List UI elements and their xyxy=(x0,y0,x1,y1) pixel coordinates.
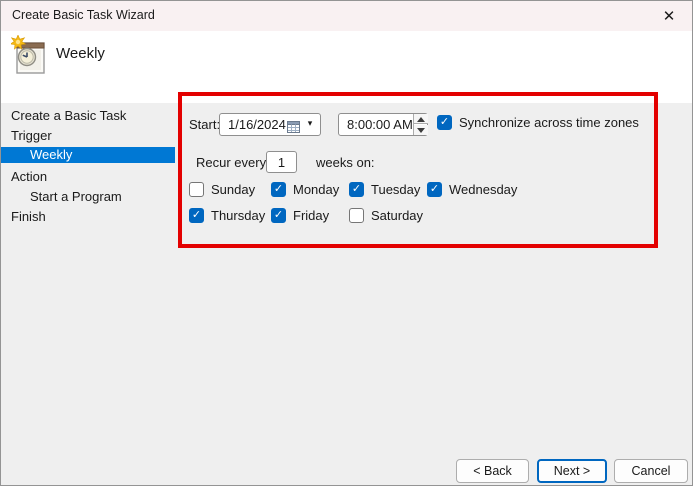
checkbox[interactable] xyxy=(349,208,364,223)
checkbox[interactable]: ✓ xyxy=(189,208,204,223)
day-checkbox-saturday[interactable]: Saturday xyxy=(349,208,423,223)
date-dropdown-arrow-icon[interactable]: ▾ xyxy=(305,114,315,135)
sidebar-item-start-a-program[interactable]: Start a Program xyxy=(1,189,175,205)
start-date-picker[interactable]: 1/16/2024 ▾ xyxy=(219,113,321,136)
checkbox-label: Friday xyxy=(293,208,329,223)
day-checkbox-tuesday[interactable]: ✓ Tuesday xyxy=(349,182,420,197)
sidebar-item-create-basic-task[interactable]: Create a Basic Task xyxy=(1,108,175,124)
scheduled-task-icon xyxy=(11,35,49,77)
sidebar-item-finish[interactable]: Finish xyxy=(1,209,175,225)
sidebar-item-action[interactable]: Action xyxy=(1,169,175,185)
start-date-value: 1/16/2024 xyxy=(228,117,286,132)
sidebar-item-trigger[interactable]: Trigger xyxy=(1,128,175,144)
day-checkbox-sunday[interactable]: Sunday xyxy=(189,182,255,197)
title-bar: Create Basic Task Wizard ✕ xyxy=(1,1,692,31)
checkbox-label: Sunday xyxy=(211,182,255,197)
checkbox[interactable]: ✓ xyxy=(437,115,452,130)
cancel-button[interactable]: Cancel xyxy=(614,459,688,483)
recur-every-label: Recur every: xyxy=(196,155,270,170)
start-time-value: 8:00:00 AM xyxy=(347,117,413,132)
wizard-header: Weekly xyxy=(1,31,692,103)
weeks-interval-input[interactable] xyxy=(266,151,297,173)
start-time-spinner[interactable]: 8:00:00 AM xyxy=(338,113,428,136)
checkbox[interactable]: ✓ xyxy=(271,182,286,197)
close-button[interactable]: ✕ xyxy=(648,1,690,31)
checkbox-label: Thursday xyxy=(211,208,265,223)
checkbox[interactable]: ✓ xyxy=(271,208,286,223)
day-checkbox-thursday[interactable]: ✓ Thursday xyxy=(189,208,265,223)
spin-down-icon[interactable] xyxy=(414,125,428,135)
back-button[interactable]: < Back xyxy=(456,459,529,483)
checkbox-label: Wednesday xyxy=(449,182,517,197)
window-title: Create Basic Task Wizard xyxy=(12,8,155,22)
spin-up-icon[interactable] xyxy=(414,114,428,124)
checkbox[interactable]: ✓ xyxy=(427,182,442,197)
close-icon: ✕ xyxy=(663,7,676,25)
day-checkbox-friday[interactable]: ✓ Friday xyxy=(271,208,329,223)
weeks-on-label: weeks on: xyxy=(316,155,375,170)
day-checkbox-monday[interactable]: ✓ Monday xyxy=(271,182,339,197)
start-label: Start: xyxy=(189,117,220,132)
checkbox-label: Saturday xyxy=(371,208,423,223)
next-button[interactable]: Next > xyxy=(537,459,607,483)
checkbox-label: Monday xyxy=(293,182,339,197)
create-basic-task-wizard-window: Create Basic Task Wizard ✕ Weekly Create… xyxy=(0,0,693,486)
checkbox-label: Tuesday xyxy=(371,182,420,197)
checkbox[interactable]: ✓ xyxy=(349,182,364,197)
page-title: Weekly xyxy=(56,45,105,62)
calendar-icon[interactable] xyxy=(287,118,300,131)
sidebar-item-weekly[interactable]: Weekly xyxy=(1,147,175,163)
checkbox-label: Synchronize across time zones xyxy=(459,115,639,130)
checkbox[interactable] xyxy=(189,182,204,197)
day-checkbox-wednesday[interactable]: ✓ Wednesday xyxy=(427,182,517,197)
synchronize-time-zones-checkbox[interactable]: ✓ Synchronize across time zones xyxy=(437,115,639,130)
time-spinner-controls xyxy=(413,114,427,135)
